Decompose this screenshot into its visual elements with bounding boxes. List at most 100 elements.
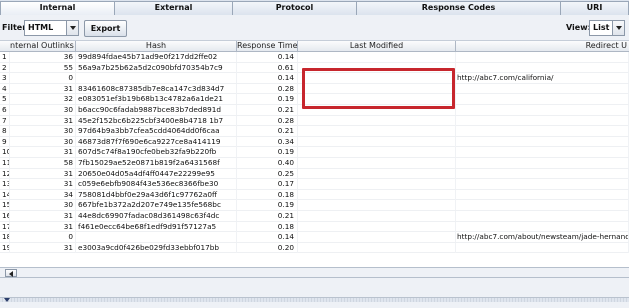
row-number: 18 <box>0 232 10 243</box>
cell-response-time: 0.19 <box>237 200 298 211</box>
table-row[interactable]: 1331c059e6ebfb9084f43e536ec8366fbe300.17 <box>0 179 629 190</box>
cell-hash: 56a9a7b25b62a5d2c090bfd70354b7c9 <box>76 62 237 73</box>
row-number: 10 <box>0 147 10 158</box>
row-number: 14 <box>0 189 10 200</box>
table-row[interactable]: 123120650e04d05a4df4ff0447e22299e950.25 <box>0 168 629 180</box>
tab-uri[interactable]: URI <box>560 1 629 15</box>
cell-internal-outlinks: 31 <box>10 168 76 179</box>
toolbar: Filter: HTML Export View: List <box>0 15 629 41</box>
cell-redirect-uri <box>456 179 629 190</box>
cell-response-time: 0.40 <box>237 157 298 168</box>
row-number: 19 <box>0 242 10 253</box>
cell-last-modified <box>298 200 456 211</box>
cell-redirect-uri <box>456 168 629 179</box>
cell-internal-outlinks: 0 <box>10 232 76 243</box>
row-number: 4 <box>0 83 10 94</box>
cell-hash: c059e6ebfb9084f43e536ec8366fbe30 <box>76 179 237 190</box>
table-row[interactable]: 1434758081d4bbf0e29a43d6f1c97762a0ff0.18 <box>0 189 629 201</box>
cell-response-time: 0.20 <box>237 242 298 253</box>
table-row[interactable]: 1931e3003a9cd0f426be029fd33ebbf017bb0.20 <box>0 242 629 254</box>
filter-select[interactable]: HTML <box>24 20 79 36</box>
cell-response-time: 0.61 <box>237 62 298 73</box>
cell-redirect-uri <box>456 104 629 115</box>
cell-last-modified <box>298 179 456 190</box>
cell-response-time: 0.18 <box>237 189 298 200</box>
cell-hash: 20650e04d05a4df4ff0447e22299e95 <box>76 168 237 179</box>
cell-response-time: 0.21 <box>237 210 298 221</box>
cell-hash <box>76 73 237 84</box>
table-row[interactable]: 1530667bfe1b372a2d207e749e135fe568bc0.19 <box>0 200 629 211</box>
cell-hash: 97d64b9a3bb7cfea5cdd4064dd0f6caa <box>76 126 237 137</box>
cell-response-time: 0.25 <box>237 168 298 179</box>
cell-last-modified <box>298 168 456 179</box>
column-header-redirect-uri[interactable]: Redirect U <box>456 41 629 52</box>
tab-internal[interactable]: Internal <box>0 1 115 15</box>
row-number: 5 <box>0 94 10 105</box>
column-header-response-time[interactable]: Response Time <box>237 41 298 52</box>
highlight-box <box>302 68 455 109</box>
cell-internal-outlinks: 34 <box>10 189 76 200</box>
table-row[interactable]: 163144e8dc69907fadac08d361498c63f4dc0.21 <box>0 210 629 222</box>
export-button[interactable]: Export <box>84 20 127 37</box>
cell-redirect-uri <box>456 210 629 221</box>
tab-response-codes[interactable]: Response Codes <box>356 1 561 15</box>
column-header-last-modified[interactable]: Last Modified <box>298 41 456 52</box>
cell-response-time: 0.19 <box>237 94 298 105</box>
cell-internal-outlinks: 31 <box>10 179 76 190</box>
table-row[interactable]: 9 30 46873d87f7f690e6ca9227ce8a414119 0.34 <box>0 136 629 148</box>
cell-response-time: 0.17 <box>237 179 298 190</box>
chevron-down-icon[interactable] <box>66 21 78 35</box>
cell-response-time: 0.14 <box>237 232 298 243</box>
row-number: 11 <box>0 157 10 168</box>
cell-redirect-uri <box>456 200 629 211</box>
cell-redirect-uri <box>456 147 629 158</box>
cell-internal-outlinks: 58 <box>10 157 76 168</box>
cell-response-time: 0.34 <box>237 136 298 147</box>
row-number: 2 <box>0 62 10 73</box>
cell-redirect-uri <box>456 157 629 168</box>
cell-hash: e083051ef3b19b68b13c4782a6a1de21 <box>76 94 237 105</box>
column-header-internal-outlinks[interactable]: nternal Outlinks <box>0 41 76 52</box>
table-row[interactable]: 1031607d5c74f8a190cfe0beb32fa9b220fb0.19 <box>0 147 629 158</box>
cell-redirect-uri: http://abc7.com/about/newsteam/jade-hern… <box>457 232 629 243</box>
row-number: 1 <box>0 52 10 62</box>
cell-redirect-uri <box>456 221 629 232</box>
row-number: 7 <box>0 115 10 126</box>
cell-hash: 83461608c87385db7e8ca147c3d834d7 <box>76 83 237 94</box>
cell-redirect-uri: http://abc7.com/california/ <box>456 73 629 84</box>
cell-internal-outlinks: 31 <box>10 83 76 94</box>
cell-internal-outlinks: 31 <box>10 242 76 253</box>
panel-splitter[interactable] <box>0 297 629 302</box>
cell-redirect-uri <box>456 94 629 105</box>
cell-hash: 758081d4bbf0e29a43d6f1c97762a0ff <box>76 189 237 200</box>
cell-last-modified <box>298 221 456 232</box>
cell-last-modified <box>298 242 456 253</box>
cell-last-modified <box>298 210 456 221</box>
table-row[interactable]: 7 31 45e2f152bc6b225cbf3400e8b4718 1b7 0.28 <box>0 115 629 127</box>
tab-protocol[interactable]: Protocol <box>232 1 357 15</box>
cell-last-modified <box>298 136 456 147</box>
cell-internal-outlinks: 31 <box>10 210 76 221</box>
row-number: 13 <box>0 179 10 190</box>
table-row[interactable]: 1731f461e0ecc64be68f1edf9d91f57127a50.18 <box>0 221 629 233</box>
cell-internal-outlinks: 30 <box>10 136 76 147</box>
chevron-down-icon[interactable] <box>612 21 624 35</box>
tab-external[interactable]: External <box>114 1 233 15</box>
horizontal-scrollbar[interactable] <box>0 267 629 278</box>
table-row[interactable]: 180 0.14 http://abc7.com/about/newsteam/ja… <box>0 232 629 243</box>
table-row[interactable]: 8 30 97d64b9a3bb7cfea5cdd4064dd0f6caa 0.21 <box>0 126 629 137</box>
cell-response-time: 0.19 <box>237 147 298 158</box>
collapse-arrow-icon[interactable] <box>4 298 10 302</box>
cell-internal-outlinks: 31 <box>10 147 76 158</box>
cell-redirect-uri <box>456 126 629 137</box>
table-row[interactable]: 11587fb15029ae52e0871b819f2a6431568f0.40 <box>0 157 629 169</box>
cell-hash: e3003a9cd0f426be029fd33ebbf017bb <box>76 242 237 253</box>
view-select[interactable]: List <box>589 20 625 36</box>
cell-redirect-uri <box>456 136 629 147</box>
cell-hash: 607d5c74f8a190cfe0beb32fa9b220fb <box>76 147 237 158</box>
tab-bar: Internal External Protocol Response Code… <box>0 0 629 15</box>
table-row[interactable]: 1 36 99d894fdae45b71ad9e0f217dd2ffe02 0.14 <box>0 52 629 63</box>
column-header-hash[interactable]: Hash <box>76 41 237 52</box>
scroll-left-icon[interactable] <box>5 269 17 277</box>
cell-response-time: 0.18 <box>237 221 298 232</box>
